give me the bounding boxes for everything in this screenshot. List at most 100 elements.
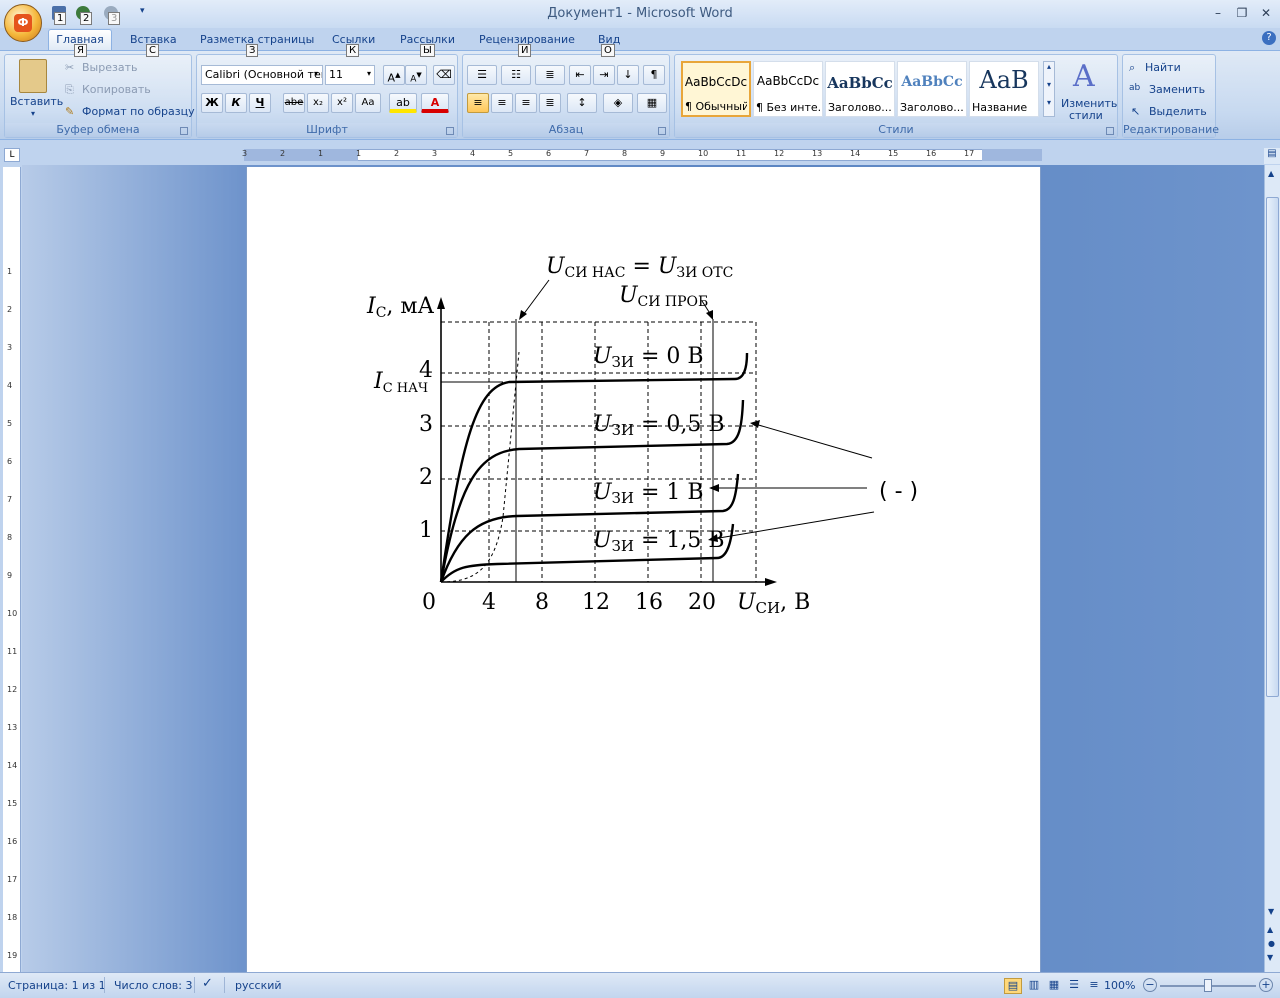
close-button[interactable]: ✕	[1256, 6, 1276, 20]
font-launcher-icon[interactable]	[446, 127, 454, 135]
tab-keytip: З	[246, 44, 259, 57]
justify-icon[interactable]: ≣	[539, 93, 561, 113]
draft-icon[interactable]: ≡	[1085, 978, 1103, 991]
minimize-button[interactable]: –	[1208, 6, 1228, 20]
cut-button[interactable]: Вырезать	[82, 61, 137, 74]
x-tick-label: 20	[688, 590, 716, 615]
zoom-slider-thumb[interactable]	[1204, 979, 1212, 992]
bullets-icon[interactable]: ☰	[467, 65, 497, 85]
superscript-button[interactable]: x²	[331, 93, 353, 113]
shading-icon[interactable]: ◈	[603, 93, 633, 113]
full-screen-reading-icon[interactable]: ▥	[1025, 978, 1043, 991]
callout-arrow-3	[712, 511, 875, 540]
font-name-dropdown-icon[interactable]: ▾	[314, 69, 318, 78]
clear-format-icon[interactable]: ⌫	[433, 65, 455, 85]
strikethrough-button[interactable]: abe	[283, 93, 305, 113]
style-normal[interactable]: AaBbCcDc ¶ Обычный	[681, 61, 751, 117]
zoom-level[interactable]: 100%	[1104, 979, 1135, 992]
prev-page-icon[interactable]: ▲	[1267, 925, 1273, 934]
style-heading-2[interactable]: AaBbCc Заголово...	[897, 61, 967, 117]
tab-keytip: К	[346, 44, 360, 57]
paste-icon[interactable]	[19, 59, 47, 93]
copy-icon: ⎘	[65, 83, 74, 96]
page-count[interactable]: Страница: 1 из 1	[8, 979, 106, 992]
paste-button[interactable]: Вставить	[10, 95, 63, 108]
x-tick-label: 16	[635, 590, 663, 615]
font-name-field[interactable]: Calibri (Основной текст)	[201, 65, 323, 85]
replace-button[interactable]: Заменить	[1149, 83, 1205, 96]
italic-button[interactable]: К	[225, 93, 247, 113]
proofing-icon[interactable]: ✓	[202, 976, 213, 991]
style-no-spacing[interactable]: AaBbCcDc ¶ Без инте...	[753, 61, 823, 117]
office-button[interactable]: Ф	[4, 4, 42, 42]
view-ruler-icon[interactable]: ▤	[1264, 148, 1280, 164]
scroll-down-icon[interactable]: ▼	[1268, 907, 1274, 916]
paste-dropdown-icon[interactable]: ▾	[31, 109, 35, 118]
web-layout-icon[interactable]: ▦	[1045, 978, 1063, 991]
maximize-button[interactable]: ❐	[1232, 6, 1252, 20]
transistor-characteristics-figure: UСИ НАС = UЗИ ОТС UСИ ПРОБ IС, мА IС НАЧ…	[366, 254, 918, 617]
sort-icon[interactable]: ↓	[617, 65, 639, 85]
y-tick-label: 1	[419, 518, 433, 543]
line-spacing-icon[interactable]: ↕	[567, 93, 597, 113]
callout-arrow-head-icon	[709, 484, 719, 492]
outline-icon[interactable]: ☰	[1065, 978, 1083, 991]
language[interactable]: русский	[235, 979, 282, 992]
align-right-icon[interactable]: ≡	[515, 93, 537, 113]
zoom-in-icon[interactable]: +	[1259, 978, 1273, 992]
style-preview: AaB	[979, 66, 1029, 94]
change-case-button[interactable]: Aa	[355, 93, 381, 113]
style-name: Заголово...	[828, 101, 892, 114]
scrollbar-thumb[interactable]	[1266, 197, 1279, 697]
document-page[interactable]: UСИ НАС = UЗИ ОТС UСИ ПРОБ IС, мА IС НАЧ…	[246, 167, 1041, 972]
highlight-icon[interactable]: ab	[389, 93, 417, 113]
next-page-icon[interactable]: ▼	[1267, 953, 1273, 962]
styles-scroll-icon[interactable]: ▴ ▾ ▾	[1043, 61, 1055, 117]
multilevel-list-icon[interactable]: ≣	[535, 65, 565, 85]
font-size-dropdown-icon[interactable]: ▾	[367, 69, 371, 78]
qat-customize-icon[interactable]: ▾	[140, 6, 145, 16]
subscript-button[interactable]: x₂	[307, 93, 329, 113]
underline-button[interactable]: Ч	[249, 93, 271, 113]
editing-group-label: Редактирование	[1123, 123, 1219, 137]
help-icon[interactable]: ?	[1262, 31, 1276, 45]
align-center-icon[interactable]: ≡	[491, 93, 513, 113]
change-styles-icon[interactable]: A	[1073, 59, 1095, 94]
select-button[interactable]: Выделить	[1149, 105, 1207, 118]
decrease-indent-icon[interactable]: ⇤	[569, 65, 591, 85]
ribbon: Вставить ▾ ✂ Вырезать ⎘ Копировать ✎ Фор…	[0, 50, 1280, 140]
borders-icon[interactable]: ▦	[637, 93, 667, 113]
paragraph-launcher-icon[interactable]	[658, 127, 666, 135]
zoom-out-icon[interactable]: −	[1143, 978, 1157, 992]
print-layout-icon[interactable]: ▤	[1004, 978, 1022, 994]
clipboard-launcher-icon[interactable]	[180, 127, 188, 135]
style-heading-1[interactable]: AaBbCc Заголово...	[825, 61, 895, 117]
find-button[interactable]: Найти	[1145, 61, 1181, 74]
ruler-mark: 14	[7, 761, 18, 770]
numbering-icon[interactable]: ☷	[501, 65, 531, 85]
word-count[interactable]: Число слов: 3	[114, 979, 193, 992]
x-tick-label: 4	[482, 590, 496, 615]
grow-font-button[interactable]: A▲	[383, 65, 405, 85]
ubr-arrow-head-icon	[706, 310, 713, 320]
style-title[interactable]: AaB Название	[969, 61, 1039, 117]
horizontal-ruler[interactable]: 3 2 1 1 2 3 4 5 6 7 8 9 10 11 12 13 14 15 16 17	[26, 147, 1260, 163]
shrink-font-button[interactable]: A▼	[405, 65, 427, 85]
bold-button[interactable]: Ж	[201, 93, 223, 113]
y-axis-label: IС, мА	[366, 294, 435, 321]
styles-launcher-icon[interactable]	[1106, 127, 1114, 135]
change-styles-label-2[interactable]: стили	[1069, 109, 1103, 122]
tab-selector-icon[interactable]: L	[4, 148, 20, 162]
format-painter-button[interactable]: Формат по образцу	[82, 105, 195, 118]
show-marks-icon[interactable]: ¶	[643, 65, 665, 85]
browse-object-icon[interactable]: ●	[1268, 939, 1275, 948]
curve-label-ugs-05: UЗИ = 0,5 В	[593, 412, 725, 439]
copy-button[interactable]: Копировать	[82, 83, 151, 96]
window-title: Документ1 - Microsoft Word	[547, 6, 733, 21]
increase-indent-icon[interactable]: ⇥	[593, 65, 615, 85]
scroll-up-icon[interactable]: ▲	[1268, 169, 1274, 178]
align-left-icon[interactable]: ≡	[467, 93, 489, 113]
vertical-scrollbar[interactable]: ▲ ▼ ▲ ● ▼	[1264, 165, 1280, 972]
vertical-ruler[interactable]: 1 2 3 4 5 6 7 8 9 10 11 12 13 14 15 16 17 18 19	[3, 167, 21, 972]
font-color-icon[interactable]: A	[421, 93, 449, 113]
